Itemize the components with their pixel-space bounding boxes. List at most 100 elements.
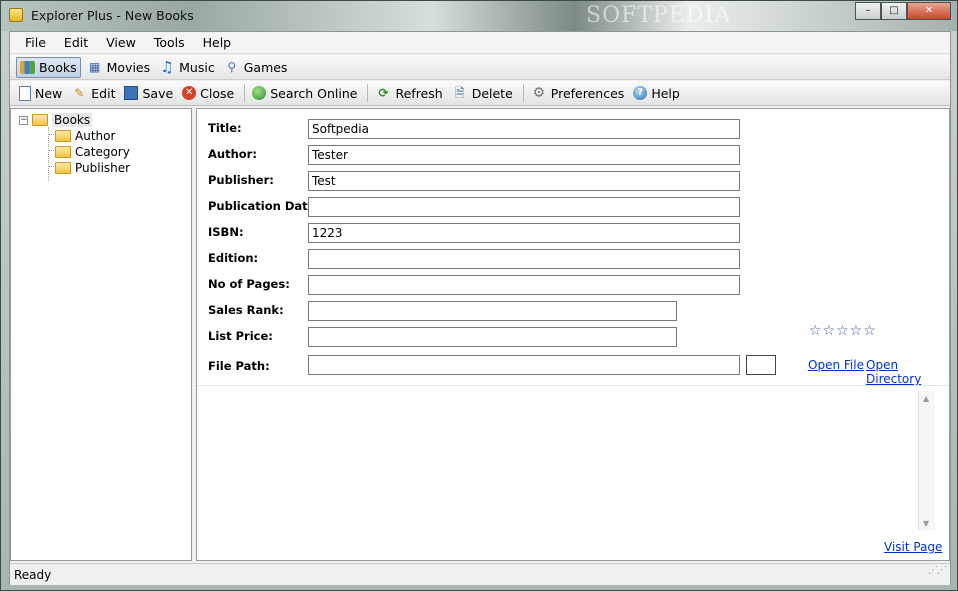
author-label: Author:: [208, 147, 257, 161]
category-music-button[interactable]: ♫ Music: [156, 57, 218, 78]
list-price-label: List Price:: [208, 329, 273, 343]
category-tree: − Books Author Category Publisher: [10, 108, 192, 561]
scroll-down-icon[interactable]: ▼: [923, 519, 929, 528]
tree-node-author[interactable]: Author: [55, 128, 115, 144]
help-button[interactable]: ? Help: [630, 83, 683, 104]
window-controls: – □ ✕: [855, 2, 951, 20]
globe-search-icon: [252, 86, 267, 100]
category-movies-button[interactable]: ▦ Movies: [84, 57, 154, 78]
maximize-button[interactable]: □: [881, 2, 907, 20]
tree-label-books: Books: [52, 113, 93, 127]
sales-rank-field[interactable]: [308, 301, 677, 321]
folder-open-icon: [32, 114, 48, 126]
open-directory-link[interactable]: Open Directory: [866, 358, 949, 386]
delete-icon: 🗎: [454, 86, 465, 100]
form-divider: [197, 385, 949, 386]
visit-page-link[interactable]: Visit Page: [884, 540, 942, 554]
gear-icon: ⚙: [532, 85, 546, 101]
resize-grip-icon[interactable]: ⋰⋰: [928, 560, 947, 582]
tree-label-category: Category: [75, 145, 130, 159]
books-icon: [20, 60, 35, 74]
new-button[interactable]: New: [16, 83, 65, 104]
music-note-icon: ♫: [160, 58, 174, 76]
tree-connector: [48, 127, 49, 181]
folder-icon: [55, 162, 71, 174]
edition-label: Edition:: [208, 251, 259, 265]
notes-scrollbar[interactable]: ▲ ▼: [918, 391, 935, 531]
isbn-field[interactable]: 1223: [308, 223, 740, 243]
status-bar: Ready ⋰⋰: [10, 563, 950, 585]
watermark-text: SOFTPEDIA: [586, 3, 732, 28]
publication-date-label: Publication Date:: [208, 199, 321, 213]
browse-button[interactable]: [746, 355, 776, 375]
film-icon: ▦: [88, 60, 101, 74]
close-circle-icon: ✕: [182, 86, 197, 100]
category-books-button[interactable]: Books: [16, 56, 81, 78]
isbn-label: ISBN:: [208, 225, 244, 239]
title-bar[interactable]: Explorer Plus - New Books SOFTPEDIA – □ …: [1, 1, 957, 31]
refresh-button[interactable]: ⟳ Refresh: [372, 83, 445, 104]
toolbar-separator: [367, 84, 369, 102]
category-books-label: Books: [39, 59, 77, 75]
tree-node-publisher[interactable]: Publisher: [55, 160, 130, 176]
list-price-field[interactable]: [308, 327, 677, 347]
rating-stars[interactable]: ☆☆☆☆☆: [809, 323, 877, 339]
folder-icon: [55, 146, 71, 158]
close-label: Close: [200, 85, 235, 101]
refresh-icon: ⟳: [378, 86, 389, 100]
menu-bar: File Edit View Tools Help: [10, 32, 950, 54]
close-button[interactable]: ✕ Close: [179, 83, 237, 104]
edit-label: Edit: [91, 85, 116, 101]
menu-file[interactable]: File: [16, 35, 55, 50]
category-movies-label: Movies: [106, 59, 151, 75]
category-toolbar: Books ▦ Movies ♫ Music ⚲ Games: [10, 55, 950, 80]
category-games-label: Games: [243, 59, 288, 75]
menu-tools[interactable]: Tools: [145, 35, 194, 50]
sales-rank-label: Sales Rank:: [208, 303, 284, 317]
title-field[interactable]: Softpedia: [308, 119, 740, 139]
delete-button[interactable]: 🗎 Delete: [449, 83, 516, 104]
pencil-icon: ✎: [74, 86, 85, 100]
publication-date-field[interactable]: [308, 197, 740, 217]
client-area: File Edit View Tools Help Books ▦ Movies…: [9, 31, 951, 585]
menu-view[interactable]: View: [97, 35, 145, 50]
scroll-up-icon[interactable]: ▲: [923, 394, 929, 403]
toolbar-separator: [522, 84, 524, 102]
preferences-label: Preferences: [550, 85, 625, 101]
book-details-form: Title: Softpedia Author: Tester Publishe…: [196, 108, 950, 561]
status-text: Ready: [14, 568, 52, 582]
collapse-icon[interactable]: −: [19, 115, 28, 125]
new-document-icon: [19, 85, 31, 101]
tree-node-books[interactable]: − Books: [19, 112, 93, 128]
edit-button[interactable]: ✎ Edit: [68, 83, 118, 104]
edition-field[interactable]: [308, 249, 740, 269]
menu-help[interactable]: Help: [194, 35, 241, 50]
window-title: Explorer Plus - New Books: [31, 8, 194, 23]
action-toolbar: New ✎ Edit Save ✕ Close Search Online ⟳: [10, 81, 950, 106]
publisher-label: Publisher:: [208, 173, 274, 187]
tree-label-publisher: Publisher: [75, 161, 131, 175]
title-label: Title:: [208, 121, 242, 135]
toolbar-separator: [244, 84, 246, 102]
preferences-button[interactable]: ⚙ Preferences: [528, 83, 628, 104]
tree-label-author: Author: [75, 129, 116, 143]
menu-edit[interactable]: Edit: [55, 35, 97, 50]
app-window: Explorer Plus - New Books SOFTPEDIA – □ …: [0, 0, 958, 591]
help-icon: ?: [633, 86, 648, 100]
tree-node-category[interactable]: Category: [55, 144, 130, 160]
author-field[interactable]: Tester: [308, 145, 740, 165]
file-path-field[interactable]: [308, 355, 740, 375]
save-button[interactable]: Save: [121, 83, 176, 104]
minimize-button[interactable]: –: [855, 2, 881, 20]
new-label: New: [35, 85, 63, 101]
help-label: Help: [651, 85, 680, 101]
search-online-button[interactable]: Search Online: [249, 83, 360, 104]
category-games-button[interactable]: ⚲ Games: [221, 57, 291, 78]
pages-field[interactable]: [308, 275, 740, 295]
publisher-field[interactable]: Test: [308, 171, 740, 191]
delete-label: Delete: [471, 85, 513, 101]
close-window-button[interactable]: ✕: [907, 2, 951, 20]
open-file-link[interactable]: Open File: [808, 358, 864, 372]
save-label: Save: [142, 85, 174, 101]
refresh-label: Refresh: [395, 85, 443, 101]
